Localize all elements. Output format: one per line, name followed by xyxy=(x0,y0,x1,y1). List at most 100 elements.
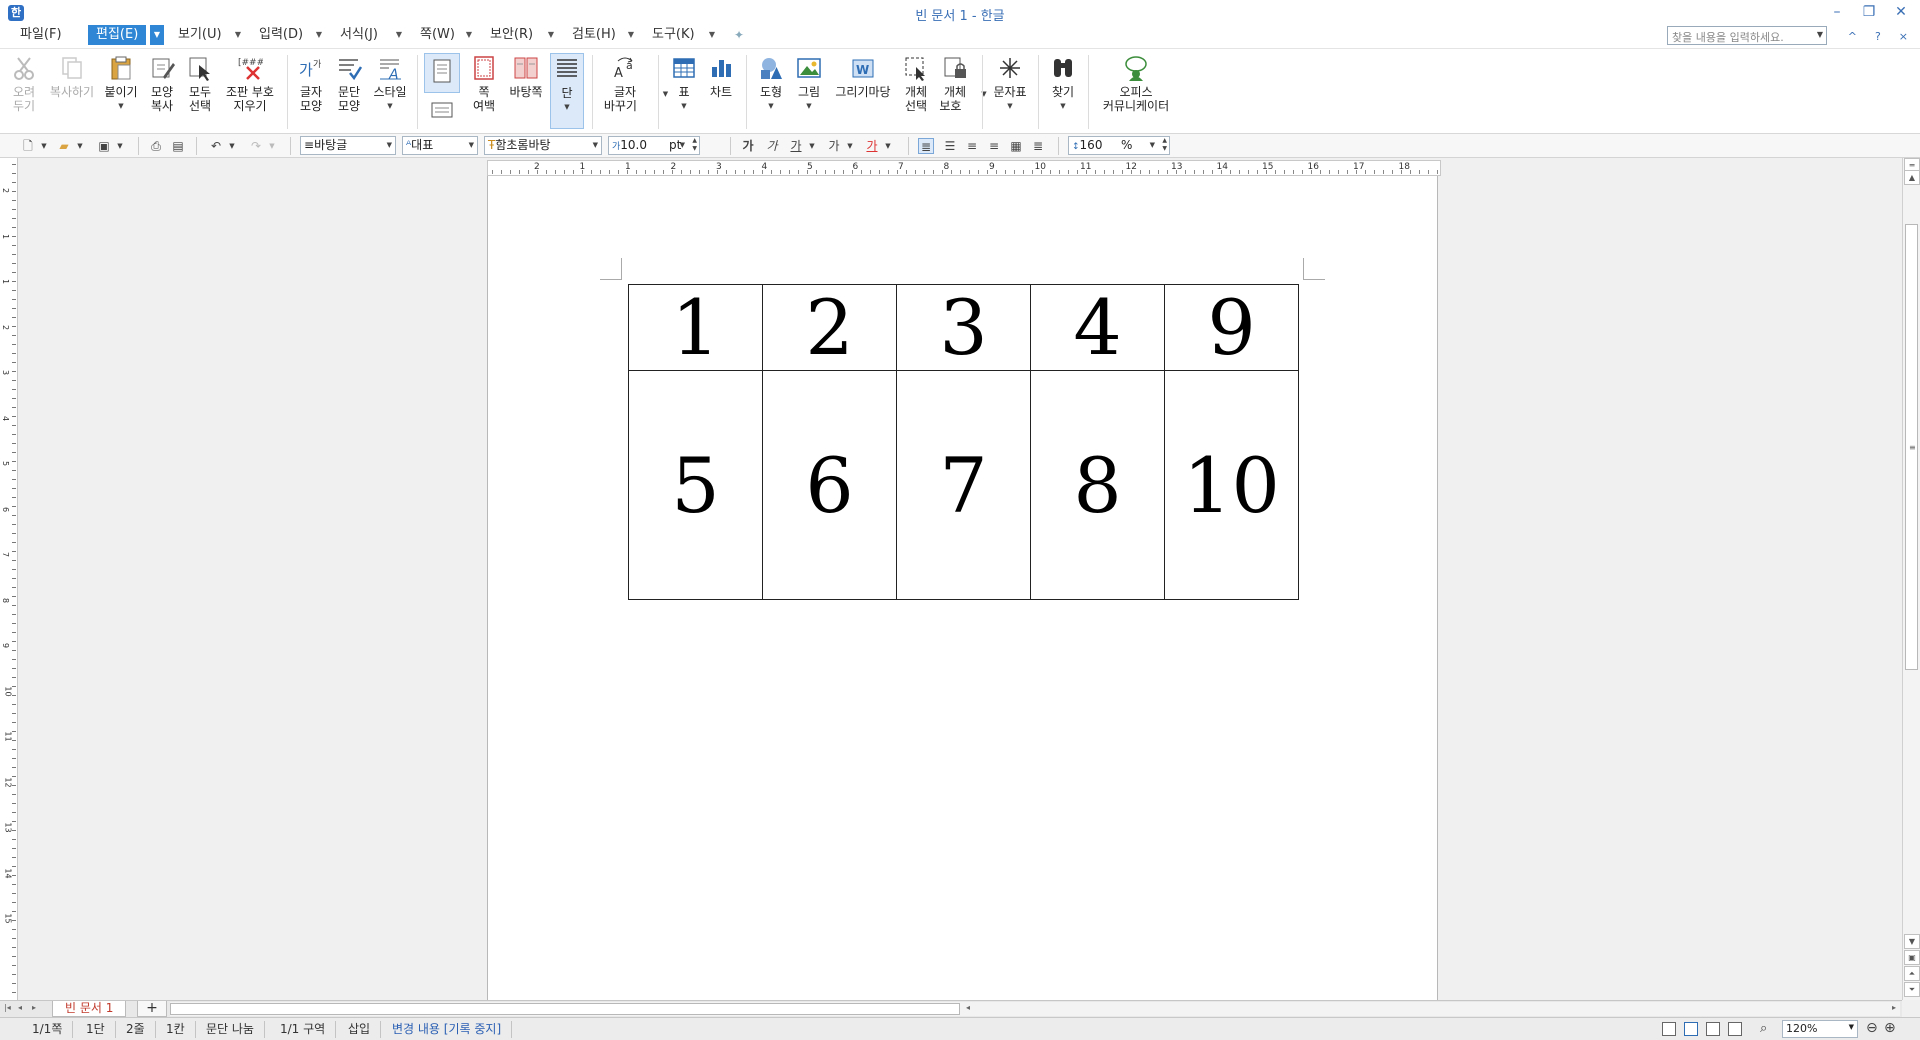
column-button[interactable]: 단 ▼ xyxy=(550,53,584,129)
table-cell[interactable]: 10 xyxy=(1164,370,1299,600)
table-cell[interactable]: 3 xyxy=(896,284,1031,371)
font-color-dropdown-icon[interactable]: ▼ xyxy=(880,138,896,154)
undo-dropdown-icon[interactable]: ▼ xyxy=(224,138,240,154)
search-input[interactable]: 찾을 내용을 입력하세요. ▼ xyxy=(1667,26,1827,45)
view-fullscreen-icon[interactable] xyxy=(1662,1022,1676,1036)
style-combo[interactable]: ≡바탕글 ▼ xyxy=(300,136,396,155)
table-cell[interactable]: 8 xyxy=(1030,370,1165,600)
font-color-button[interactable]: 가 xyxy=(864,138,880,154)
status-insert-mode[interactable]: 삽입 xyxy=(338,1021,382,1038)
align-center-icon[interactable]: ≡ xyxy=(964,138,980,154)
vertical-scrollbar[interactable]: ═ ▲ ≡ ▼ ▣ ⏶ ⏷ xyxy=(1902,158,1920,1000)
view-page-icon[interactable] xyxy=(1684,1022,1698,1036)
view-width-icon[interactable] xyxy=(1706,1022,1720,1036)
font-combo[interactable]: Ŧ함초롬바탕 ▼ xyxy=(484,136,602,155)
table-cell[interactable]: 5 xyxy=(628,370,763,600)
view-multi-icon[interactable] xyxy=(1728,1022,1742,1036)
table-cell[interactable]: 7 xyxy=(896,370,1031,600)
doc-close-button[interactable]: × xyxy=(1899,30,1908,43)
align-divide-icon[interactable]: ≣ xyxy=(1030,138,1046,154)
minimize-button[interactable]: – xyxy=(1828,3,1846,21)
table-cell[interactable]: 2 xyxy=(762,284,897,371)
horizontal-scroll-thumb[interactable] xyxy=(170,1003,960,1015)
prev-page-button[interactable]: ⏶ xyxy=(1904,966,1920,981)
menu-edit-arrow[interactable]: ▼ xyxy=(150,25,164,45)
zoom-out-icon[interactable]: ⊖ xyxy=(1866,1020,1878,1036)
page-layout-landscape-button[interactable] xyxy=(424,99,460,125)
menu-page[interactable]: 쪽(W) xyxy=(412,25,463,45)
underline-dropdown-icon[interactable]: ▼ xyxy=(804,138,820,154)
menu-format[interactable]: 서식(J) xyxy=(332,25,386,45)
line-spacing-combo[interactable]: ↕160% ▼ ▲ ▼ xyxy=(1068,136,1170,155)
status-page[interactable]: 1/1쪽 xyxy=(22,1021,74,1038)
vertical-scroll-thumb[interactable]: ≡ xyxy=(1905,224,1918,670)
document-page[interactable]: 1 2 3 4 9 5 6 7 8 10 xyxy=(487,176,1438,1006)
save-icon[interactable]: ▣ xyxy=(96,138,112,154)
tab-next-icon[interactable]: ▸ xyxy=(32,1003,36,1012)
restore-button[interactable]: ❐ xyxy=(1860,3,1878,21)
underline-button[interactable]: 가 xyxy=(788,138,804,154)
print-preview-icon[interactable]: ▤ xyxy=(170,138,186,154)
page-layout-portrait-button[interactable] xyxy=(424,53,460,93)
cut-button[interactable]: 오려 두기 xyxy=(8,55,40,113)
open-dropdown-icon[interactable]: ▼ xyxy=(72,138,88,154)
strike-button[interactable]: 가 xyxy=(826,138,842,154)
align-left-icon[interactable]: ☰ xyxy=(942,138,958,154)
find-button[interactable]: 찾기 ▼ xyxy=(1046,55,1080,113)
zoom-in-icon[interactable]: ⊕ xyxy=(1884,1020,1896,1036)
font-size-stepper[interactable]: ▲ ▼ xyxy=(692,137,697,153)
next-page-button[interactable]: ⏷ xyxy=(1904,982,1920,997)
object-select-button[interactable]: 개체 선택 xyxy=(900,55,932,113)
align-distribute-icon[interactable]: ▦ xyxy=(1008,138,1024,154)
menu-page-arrow[interactable]: ▼ xyxy=(462,25,476,45)
menu-security[interactable]: 보안(R) xyxy=(482,25,541,45)
menu-tools[interactable]: 도구(K) xyxy=(644,25,703,45)
table-cell[interactable]: 1 xyxy=(628,284,763,371)
select-all-button[interactable]: 모두 선택 xyxy=(184,55,216,113)
quick-tool-icon[interactable]: ✦ xyxy=(732,25,746,45)
table-cell[interactable]: 4 xyxy=(1030,284,1165,371)
table-button[interactable]: 표 ▼ xyxy=(668,55,700,113)
bold-button[interactable]: 가 xyxy=(740,138,756,154)
redo-dropdown-icon[interactable]: ▼ xyxy=(264,138,280,154)
scroll-down-button[interactable]: ▼ xyxy=(1904,934,1920,949)
symbols-button[interactable]: 문자표 ▼ xyxy=(990,55,1030,113)
vertical-ruler[interactable]: 2 1 1 2 3 4 5 6 7 8 9 10 11 12 13 14 15 xyxy=(0,158,18,1000)
horizontal-scrollbar[interactable]: ◂ ▸ xyxy=(170,1002,1900,1016)
menu-edit[interactable]: 편집(E) xyxy=(88,25,147,45)
open-folder-icon[interactable]: ▰ xyxy=(56,138,72,154)
new-doc-icon[interactable]: 🗋 xyxy=(20,138,36,154)
shape-button[interactable]: 도형 ▼ xyxy=(754,55,788,113)
menu-view[interactable]: 보기(U) xyxy=(170,25,230,45)
ribbon-collapse-button[interactable]: ^ xyxy=(1848,30,1857,43)
save-dropdown-icon[interactable]: ▼ xyxy=(112,138,128,154)
scroll-left-icon[interactable]: ◂ xyxy=(966,1003,970,1012)
menu-file[interactable]: 파일(F) xyxy=(12,25,70,45)
menu-review-arrow[interactable]: ▼ xyxy=(624,25,638,45)
align-justify-icon[interactable]: ≣ xyxy=(918,138,934,154)
zoom-magnifier-icon[interactable]: ⌕ xyxy=(1760,1021,1767,1036)
background-page-button[interactable]: 바탕쪽 xyxy=(506,55,546,99)
menu-insert[interactable]: 입력(D) xyxy=(251,25,311,45)
tab-document-1[interactable]: 빈 문서 1 xyxy=(52,1001,127,1017)
change-case-button[interactable]: Aa 글자 바꾸기 ▼ xyxy=(600,55,668,115)
tab-first-icon[interactable]: |◂ xyxy=(4,1003,11,1012)
new-doc-dropdown-icon[interactable]: ▼ xyxy=(36,138,52,154)
zoom-dropdown-icon[interactable]: ▼ xyxy=(1849,1023,1854,1031)
menu-tools-arrow[interactable]: ▼ xyxy=(705,25,719,45)
menu-review[interactable]: 검토(H) xyxy=(564,25,624,45)
print-icon[interactable]: ⎙ xyxy=(148,138,164,154)
undo-icon[interactable]: ↶ xyxy=(208,138,224,154)
paste-button[interactable]: 붙이기 ▼ xyxy=(102,55,140,113)
italic-button[interactable]: 가 xyxy=(764,138,780,154)
format-copy-button[interactable]: 모양 복사 xyxy=(144,55,180,113)
page-margin-button[interactable]: 쪽 여백 xyxy=(466,55,502,113)
copy-button[interactable]: 복사하기 xyxy=(44,55,100,99)
scroll-up-button[interactable]: ▲ xyxy=(1904,170,1920,185)
office-communicator-button[interactable]: 오피스 커뮤니케이터 xyxy=(1096,55,1176,113)
zoom-combo[interactable]: 120% ▼ xyxy=(1782,1020,1858,1038)
close-button[interactable]: ✕ xyxy=(1892,3,1910,21)
horizontal-ruler[interactable]: 2 1 1 2 3 4 5 6 7 8 9 10 11 12 13 14 15 16 17 18 xyxy=(487,160,1441,176)
menu-view-arrow[interactable]: ▼ xyxy=(231,25,245,45)
style-button[interactable]: A 스타일 ▼ xyxy=(370,55,410,113)
